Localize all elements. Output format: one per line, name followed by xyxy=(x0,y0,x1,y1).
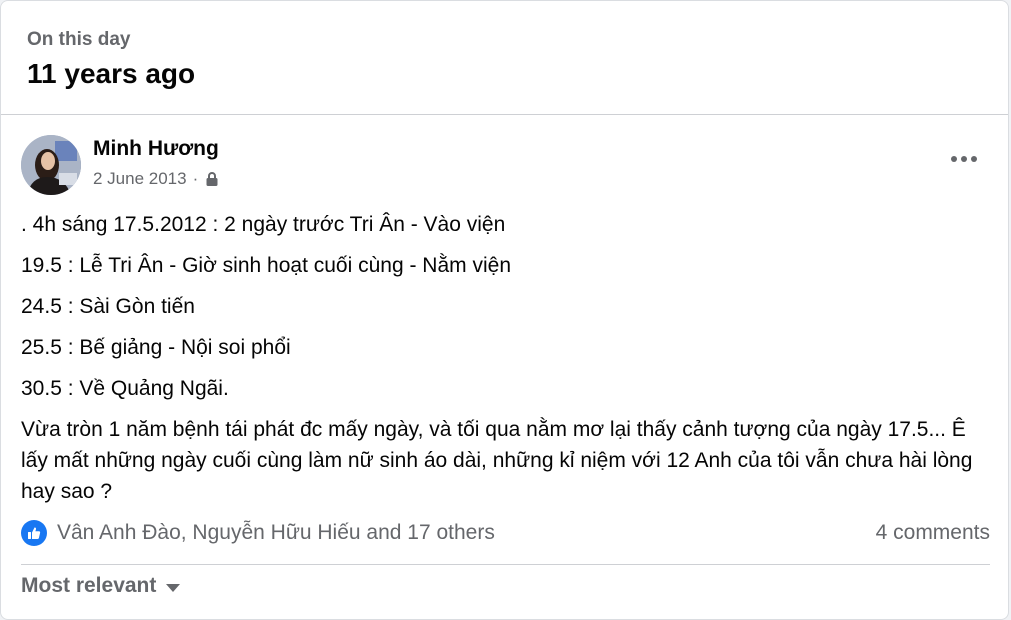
comments-count[interactable]: 4 comments xyxy=(876,521,990,545)
like-icon[interactable] xyxy=(21,520,47,546)
more-dot xyxy=(961,156,967,162)
avatar[interactable] xyxy=(21,135,81,195)
post-line: 24.5 : Sài Gòn tiến xyxy=(21,295,195,318)
memory-subtitle: On this day xyxy=(27,29,131,50)
reactions-bar: Vân Anh Đào, Nguyễn Hữu Hiếu and 17 othe… xyxy=(21,519,990,547)
sort-comments-button[interactable]: Most relevant xyxy=(21,574,181,598)
post-body: . 4h sáng 17.5.2012 : 2 ngày trước Tri Â… xyxy=(21,209,988,517)
divider xyxy=(21,564,990,565)
more-dot xyxy=(971,156,977,162)
memory-title: 11 years ago xyxy=(27,58,196,89)
reactions-text[interactable]: Vân Anh Đào, Nguyễn Hữu Hiếu and 17 othe… xyxy=(57,521,876,545)
more-options-button[interactable] xyxy=(946,149,982,169)
memory-card: On this day 11 years ago Minh Hương 2 Ju… xyxy=(0,0,1009,620)
post-line: . 4h sáng 17.5.2012 : 2 ngày trước Tri Â… xyxy=(21,213,506,236)
post-line: Vừa tròn 1 năm bệnh tái phát đc mấy ngày… xyxy=(21,418,973,503)
lock-icon[interactable] xyxy=(204,171,220,187)
meta-separator: · xyxy=(192,169,199,188)
memory-header: On this day 11 years ago xyxy=(1,1,1008,115)
post-line: 25.5 : Bế giảng - Nội soi phổi xyxy=(21,336,291,359)
post-meta: 2 June 2013 · xyxy=(93,169,220,189)
chevron-down-icon xyxy=(166,583,181,592)
author-name[interactable]: Minh Hương xyxy=(93,137,219,161)
post-line: 19.5 : Lễ Tri Ân - Giờ sinh hoạt cuối cù… xyxy=(21,254,512,277)
more-dot xyxy=(951,156,957,162)
post-date[interactable]: 2 June 2013 xyxy=(93,169,187,189)
post-line: 30.5 : Về Quảng Ngãi. xyxy=(21,377,229,400)
sort-label: Most relevant xyxy=(21,574,157,597)
